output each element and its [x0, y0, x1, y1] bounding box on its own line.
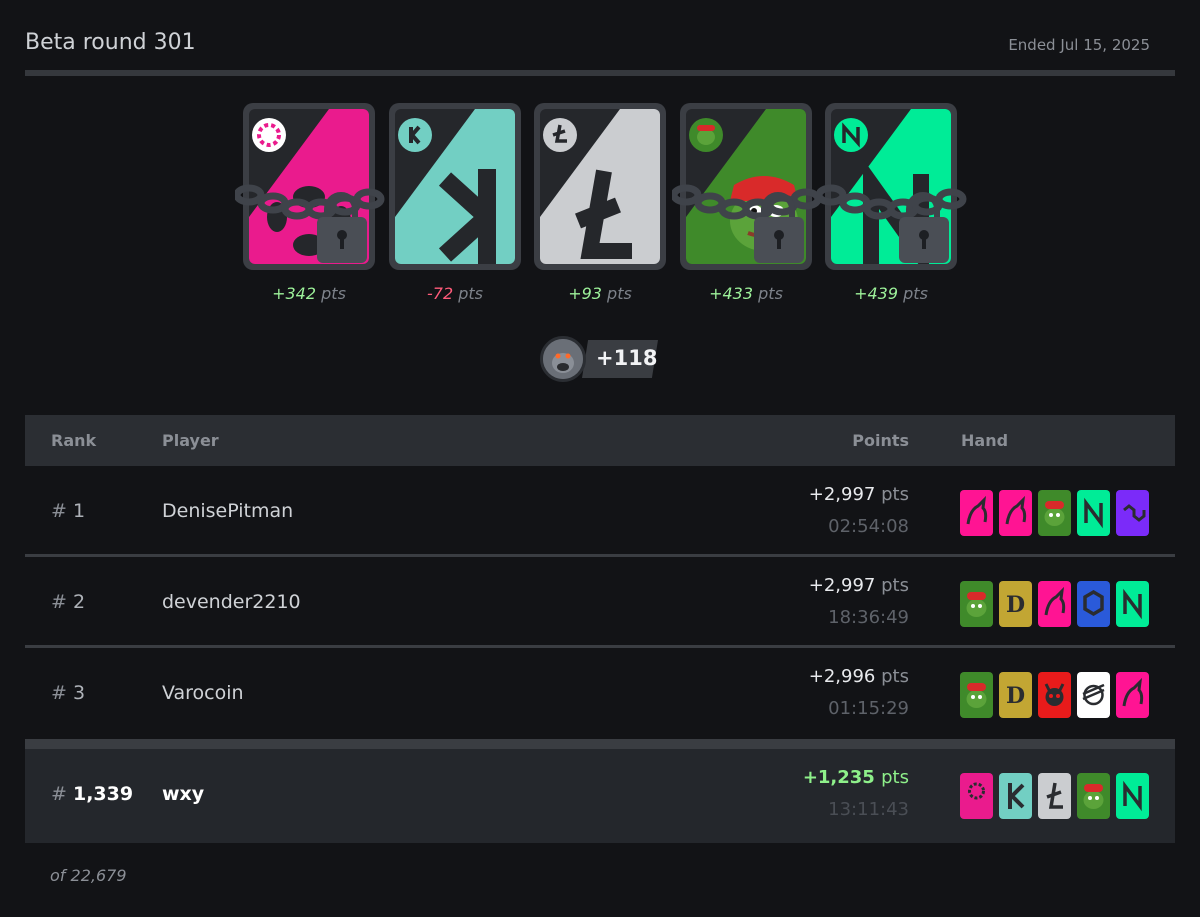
header-player: Player [162, 431, 219, 450]
card-near[interactable]: +439 pts [817, 103, 967, 303]
unicorn-icon [960, 490, 993, 536]
row-player[interactable]: DenisePitman [162, 500, 293, 522]
row-hand [960, 490, 1150, 536]
bonus-value: +118 [596, 346, 658, 370]
row-points: +2,997 pts [808, 575, 909, 596]
header-divider [25, 70, 1175, 76]
row-time: 18:36:49 [828, 607, 909, 628]
row-points: +1,235 pts [802, 767, 909, 788]
svg-text:D: D [1006, 683, 1025, 709]
round-header: Beta round 301 Ended Jul 15, 2025 [25, 30, 1175, 60]
unicorn-icon [1038, 581, 1071, 627]
row-points: +2,996 pts [808, 666, 909, 687]
row-hand [960, 773, 1150, 819]
polkadot-icon [960, 773, 993, 819]
litecoin-card-art [540, 109, 660, 264]
card-points: +439 pts [854, 284, 928, 303]
card-pepe[interactable]: +433 pts [672, 103, 822, 303]
pepe-icon [1077, 773, 1110, 819]
pepe-icon [960, 672, 993, 718]
leaderboard-table: Rank Player Points Hand # 1 DenisePitman… [25, 415, 1175, 843]
row-player[interactable]: devender2210 [162, 591, 301, 613]
card-litecoin[interactable]: +93 pts [534, 103, 666, 303]
row-points: +2,997 pts [808, 484, 909, 505]
round-title: Beta round 301 [25, 30, 196, 55]
round-ended-date: Ended Jul 15, 2025 [1008, 36, 1150, 54]
row-rank: # 3 [51, 682, 86, 704]
stellar-icon [1077, 672, 1110, 718]
doge-icon: D [999, 581, 1032, 627]
doge-icon: D [999, 672, 1032, 718]
polygon-icon [1116, 490, 1149, 536]
card-points: +433 pts [709, 284, 783, 303]
unicorn-icon [1116, 672, 1149, 718]
table-row-current-user[interactable]: # 1,339 wxy +1,235 pts 13:11:43 [25, 739, 1175, 843]
ape-avatar-icon [540, 336, 586, 382]
unicorn-icon [999, 490, 1032, 536]
card-points: +342 pts [272, 284, 346, 303]
header-hand: Hand [961, 431, 1009, 450]
litecoin-icon [1038, 773, 1071, 819]
devil-icon [1038, 672, 1071, 718]
row-rank: # 1 [51, 500, 86, 522]
row-player[interactable]: wxy [162, 783, 204, 805]
table-header: Rank Player Points Hand [25, 415, 1175, 466]
header-points: Points [852, 431, 909, 450]
near-icon [1116, 581, 1149, 627]
header-rank: Rank [51, 431, 97, 450]
row-time: 01:15:29 [828, 698, 909, 719]
row-hand: D [960, 672, 1150, 718]
near-icon [1077, 490, 1110, 536]
table-row[interactable]: # 3 Varocoin +2,996 pts 01:15:29 D [25, 648, 1175, 739]
pepe-icon [1038, 490, 1071, 536]
row-player[interactable]: Varocoin [162, 682, 244, 704]
row-rank: # 1,339 [51, 783, 134, 805]
row-time: 02:54:08 [828, 516, 909, 537]
card-kaspa[interactable]: -72 pts [389, 103, 521, 303]
round-cards: +342 pts -72 pts +93 pts +433 pts +439 p… [235, 103, 967, 303]
pepe-icon [960, 581, 993, 627]
card-points: -72 pts [427, 284, 483, 303]
table-row[interactable]: # 2 devender2210 +2,997 pts 18:36:49 D [25, 557, 1175, 648]
near-icon [1116, 773, 1149, 819]
total-players: of 22,679 [50, 866, 127, 885]
svg-text:D: D [1006, 592, 1025, 618]
card-polkadot[interactable]: +342 pts [235, 103, 385, 303]
kaspa-card-art [395, 109, 515, 264]
chainlink-icon [1077, 581, 1110, 627]
row-rank: # 2 [51, 591, 86, 613]
row-time: 13:11:43 [828, 799, 909, 820]
row-hand: D [960, 581, 1150, 627]
card-points: +93 pts [568, 284, 632, 303]
bonus-badge: +118 [540, 336, 660, 382]
kaspa-icon [999, 773, 1032, 819]
table-row[interactable]: # 1 DenisePitman +2,997 pts 02:54:08 [25, 466, 1175, 557]
